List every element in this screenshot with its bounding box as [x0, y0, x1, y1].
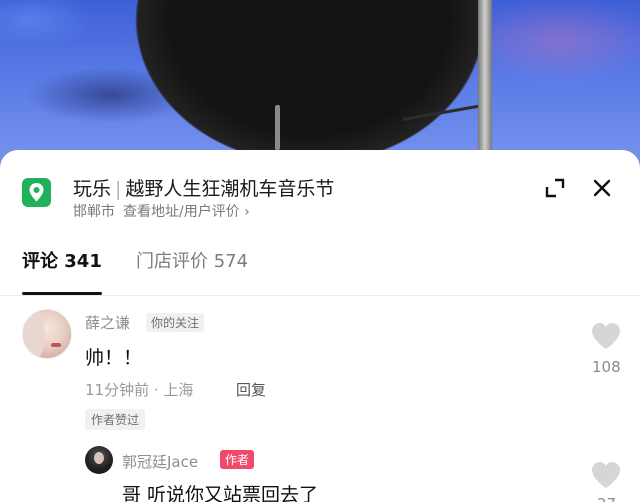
microphone-stand — [478, 0, 492, 175]
tab-divider — [0, 295, 640, 296]
tab-store-reviews[interactable]: 门店评价 574 — [136, 247, 248, 273]
avatar[interactable] — [85, 446, 113, 474]
close-icon[interactable] — [590, 176, 614, 200]
video-backdrop — [0, 0, 640, 175]
heart-icon[interactable] — [590, 460, 622, 490]
author-liked-badge: 作者赞过 — [85, 409, 146, 430]
location-city: 邯郸市 — [73, 204, 115, 220]
reply-text[interactable]: 哥 听说你又站票回去了 — [122, 480, 318, 502]
jacket-zipper — [275, 105, 280, 150]
comment-text[interactable]: 帅！！ — [85, 343, 142, 370]
like-count: 27 — [597, 495, 616, 502]
location-title[interactable]: 玩乐 | 越野人生狂潮机车音乐节 — [73, 174, 334, 201]
author-badge: 作者 — [220, 450, 255, 469]
comment-sheet: 玩乐 | 越野人生狂潮机车音乐节 邯郸市 查看地址/用户评价 › 评论 341 门店评… — [0, 150, 640, 502]
location-name: 越野人生狂潮机车音乐节 — [125, 178, 335, 200]
comment-meta: 11分钟前 · 上海 — [85, 381, 194, 399]
comment-username[interactable]: 薛之谦 — [85, 312, 130, 333]
avatar[interactable] — [22, 309, 72, 359]
tab-comments[interactable]: 评论 341 — [22, 247, 102, 273]
expand-icon[interactable] — [543, 176, 567, 200]
reply-button[interactable]: 回复 — [236, 379, 266, 400]
location-pin-icon[interactable] — [22, 178, 51, 207]
reply-username[interactable]: 郭冠廷Jace — [122, 451, 198, 472]
like-count: 108 — [592, 358, 621, 376]
location-category: 玩乐 — [73, 178, 112, 200]
location-separator: | — [115, 178, 122, 200]
following-badge: 你的关注 — [146, 313, 205, 332]
heart-icon[interactable] — [590, 321, 622, 351]
location-subtitle[interactable]: 邯郸市 查看地址/用户评价 › — [73, 201, 250, 221]
view-address-link[interactable]: 查看地址/用户评价 › — [123, 204, 250, 220]
